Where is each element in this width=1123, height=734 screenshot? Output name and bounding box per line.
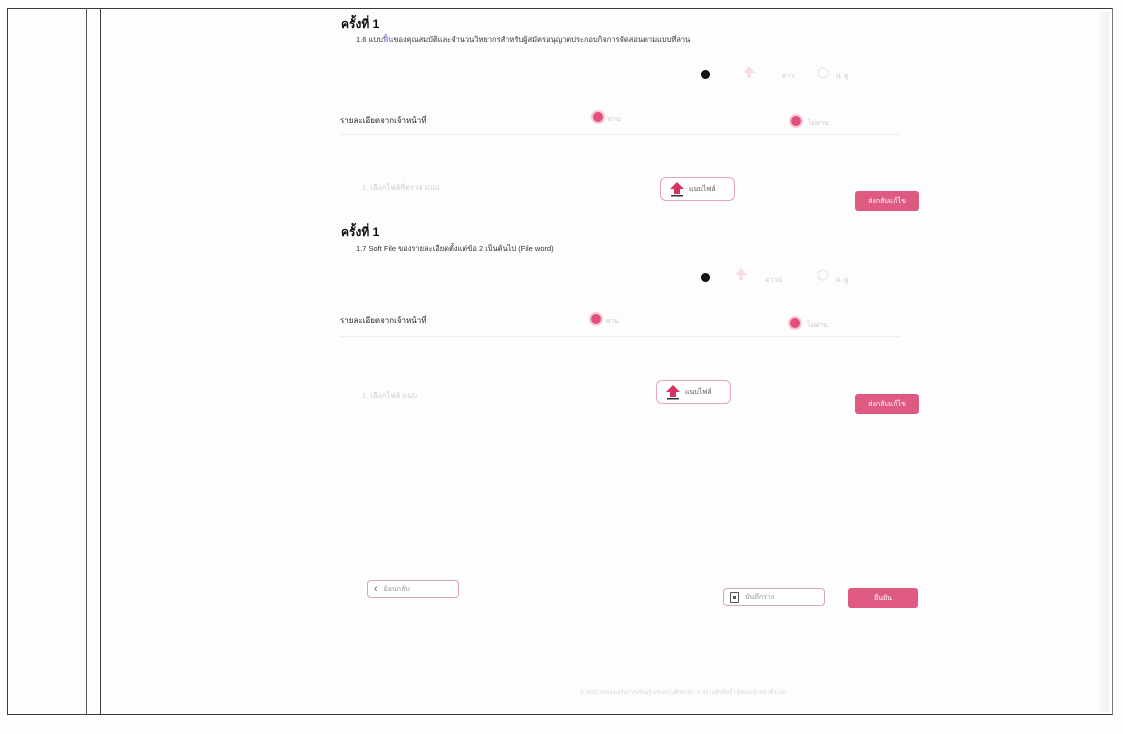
chevron-left-icon: ‹ [374,582,378,595]
frame-divider [100,8,101,715]
back-button[interactable]: ‹ ย้อนกลับ [367,580,459,598]
section-2-file-hint: 1. เลือกไฟล์ แนบ [362,391,418,400]
section-1-subtitle-main: 1.6 แบบ [356,35,383,44]
section-2-radio-fail-label: ไม่ผ่าน [807,322,828,329]
section-1-detail-underline [340,134,900,135]
copyright-text: © 2023 กรมส่งเสริมการเรียนรู้ กระทรวงศึก… [580,690,787,696]
view-hint: ฝ. ดู [836,73,849,80]
download-icon[interactable] [733,267,749,283]
save-icon [730,591,739,603]
section-1-upload-button[interactable]: แนบไฟล์ [660,177,735,201]
status-dot [701,70,710,79]
status-dot [701,273,710,282]
section-1-radio-pass[interactable] [593,112,603,122]
section-1-subtitle-highlight: ฟื้น [382,35,394,44]
section-2-upload-button[interactable]: แนบไฟล์ [656,380,731,404]
view-icon[interactable] [815,65,831,81]
scan-shadow [1095,12,1109,712]
section-1-detail-label: รายละเอียดจากเจ้าหน้าที่ [340,116,427,125]
section-1-title: ครั้งที่ 1 [341,17,380,31]
section-2-radio-pass-label: ผ่าน [606,318,619,325]
download-hint: ดาวน์ [765,277,783,284]
download-hint: ดาว [782,73,795,80]
section-1-upload-label: แนบไฟล์ [689,185,716,193]
section-1-subtitle: 1.6 แบบฟื้นของคุณสมบัติและจำนวนวิทยากรสำ… [356,34,690,46]
section-1-subtitle-rest: ของคุณสมบัติและจำนวนวิทยากรสำหรับผู้สมัค… [393,35,691,44]
section-1-file-hint: 1. เลือกไฟล์ที่ตรวจ แนบ [362,183,440,192]
section-2-title: ครั้งที่ 1 [341,225,380,239]
section-2-subtitle: 1.7 Soft File ของรายละเอียดตั้งแต่ข้อ 2 … [356,244,554,253]
section-2-radio-pass[interactable] [591,314,601,324]
upload-icon [666,385,680,400]
back-label: ย้อนกลับ [383,585,410,593]
upload-icon [670,182,684,197]
section-2-upload-label: แนบไฟล์ [685,388,712,396]
page-frame [7,8,1113,715]
section-2-send-back-button[interactable]: ส่งกลับแก้ไข [855,394,919,414]
section-2-detail-underline [340,336,900,337]
section-1-radio-fail-label: ไม่ผ่าน [808,120,829,127]
section-1-radio-fail[interactable] [791,116,801,126]
save-draft-label: บันทึกร่าง [745,593,775,601]
view-icon[interactable] [815,267,831,283]
view-hint: ฝ. ดู [836,277,849,284]
save-draft-button[interactable]: บันทึกร่าง [723,588,825,606]
frame-divider-inner [86,8,87,715]
section-2-detail-label: รายละเอียดจากเจ้าหน้าที่ [340,316,427,325]
scanned-page: ครั้งที่ 1 1.6 แบบฟื้นของคุณสมบัติและจำน… [0,0,1123,734]
section-2-radio-fail[interactable] [790,318,800,328]
section-1-radio-pass-label: ผ่าน [608,116,621,123]
submit-button[interactable]: ยืนยัน [848,588,918,608]
download-icon[interactable] [741,65,757,81]
section-1-send-back-button[interactable]: ส่งกลับแก้ไข [855,191,919,211]
